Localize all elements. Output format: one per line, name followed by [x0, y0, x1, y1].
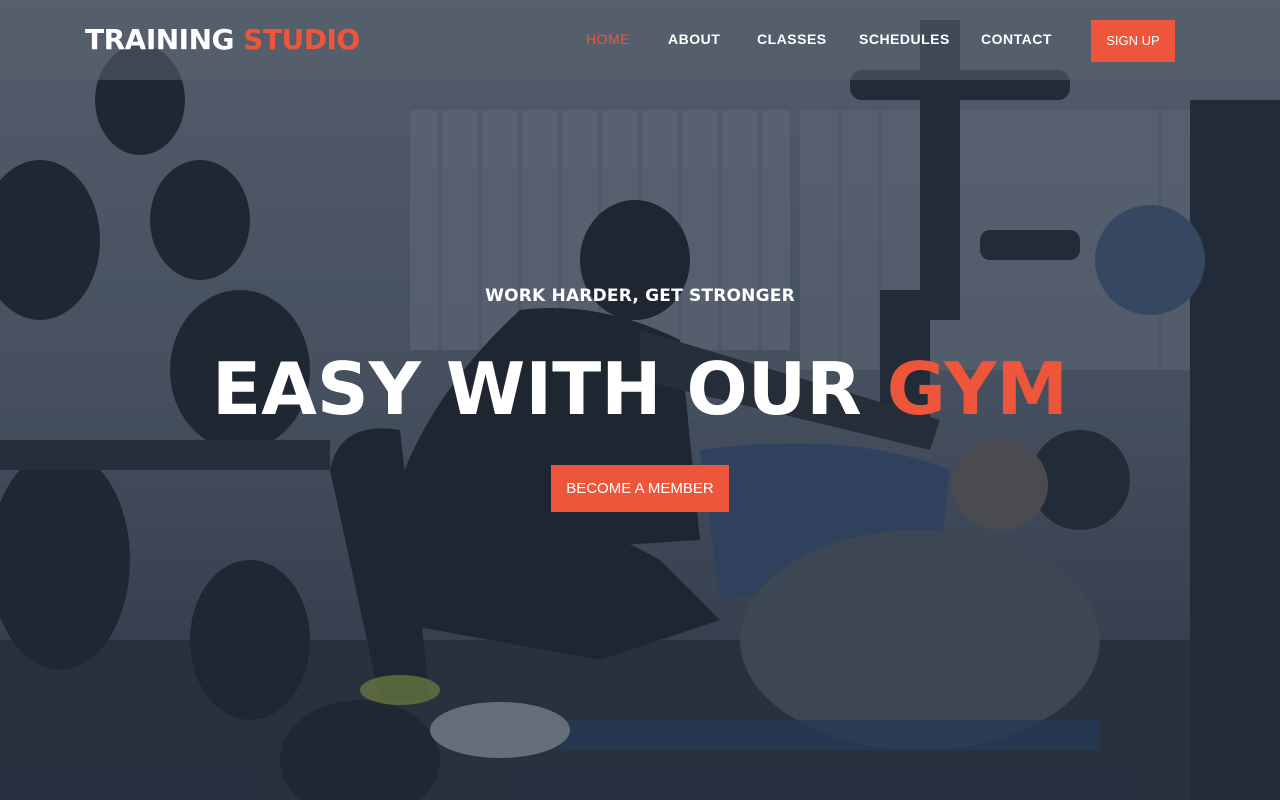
become-member-button[interactable]: BECOME A MEMBER: [551, 465, 729, 512]
nav-item-home[interactable]: HOME: [586, 31, 630, 47]
nav-item-about[interactable]: ABOUT: [668, 31, 720, 47]
nav-item-schedules[interactable]: SCHEDULES: [859, 31, 950, 47]
hero-section: TRAINING STUDIO HOME ABOUT CLASSES SCHED…: [0, 0, 1280, 800]
hero-headline-main: EASY WITH OUR: [211, 347, 887, 431]
hero-headline-accent: GYM: [886, 347, 1069, 431]
nav-item-contact[interactable]: CONTACT: [981, 31, 1052, 47]
nav-item-classes[interactable]: CLASSES: [757, 31, 827, 47]
main-navigation: HOME ABOUT CLASSES SCHEDULES CONTACT: [0, 0, 1280, 80]
top-header-bar: TRAINING STUDIO HOME ABOUT CLASSES SCHED…: [0, 0, 1280, 80]
sign-up-button[interactable]: SIGN UP: [1091, 20, 1175, 62]
hero-headline: EASY WITH OUR GYM: [0, 344, 1280, 434]
hero-subtitle: WORK HARDER, GET STRONGER: [485, 286, 795, 306]
